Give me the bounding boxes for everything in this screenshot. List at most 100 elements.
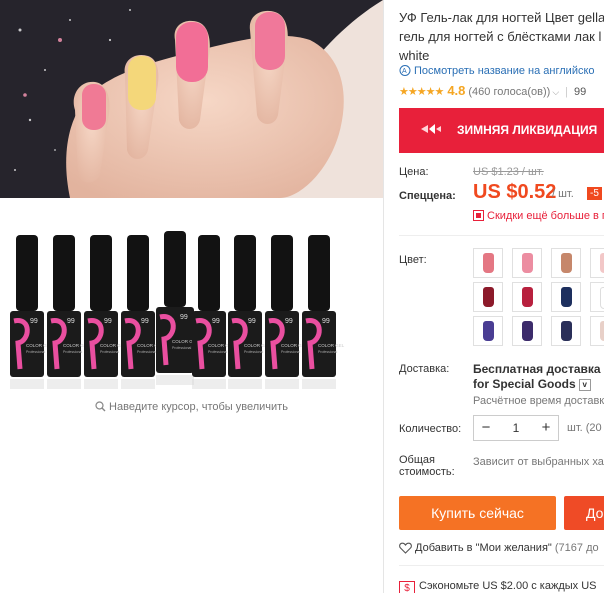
- chevron-down-icon[interactable]: ⌵: [552, 87, 559, 97]
- votes-count[interactable]: (460 голоса(ов)): [468, 86, 550, 98]
- total-label-line2: стоимость:: [399, 466, 455, 478]
- pink-nail: [82, 84, 106, 130]
- buy-now-button[interactable]: Купить сейчас: [399, 496, 556, 530]
- translate-link-text: Посмотреть название на английско: [414, 65, 595, 77]
- yellow-nail: [128, 56, 156, 110]
- shipping-title: Бесплатная доставка в R: [473, 362, 604, 376]
- color-swatch[interactable]: [551, 316, 581, 346]
- bottle-brand: 99: [248, 318, 256, 325]
- bottle-brand: 99: [180, 314, 188, 321]
- add-to-cart-button[interactable]: До: [564, 496, 604, 530]
- product-bottles-image[interactable]: 99 COLOR GEL Professional 99 COLOR GEL Profes…: [0, 215, 383, 390]
- bottle-sublabel: Professional: [137, 350, 156, 354]
- gel-bottle: 99 COLOR GEL Professional: [302, 235, 345, 389]
- bottle-brand: 99: [322, 318, 330, 325]
- color-swatch[interactable]: [473, 282, 503, 312]
- gel-bottle: 99COLOR GELProfessional: [228, 235, 271, 389]
- bottle-sublabel: Professional: [100, 350, 119, 354]
- bottle-sublabel: Professional: [318, 350, 337, 354]
- bottle-brand: 99: [285, 318, 293, 325]
- bottle-brand: 99: [212, 318, 220, 325]
- bottle-sublabel: Professional: [26, 350, 45, 354]
- color-swatch[interactable]: [512, 316, 542, 346]
- color-swatch[interactable]: [512, 248, 542, 278]
- color-swatch[interactable]: [512, 282, 542, 312]
- price-unit: / шт.: [552, 188, 574, 200]
- gel-bottles-illustration: 99COLOR GELProfessional99COLOR GELProfes…: [10, 231, 345, 389]
- color-swatch[interactable]: [473, 316, 503, 346]
- heart-icon: [399, 542, 412, 554]
- shipping-label: Доставка:: [399, 363, 450, 375]
- color-swatch[interactable]: [551, 282, 581, 312]
- coupon-text: Скидки ещё больше в п: [487, 210, 604, 222]
- price-label: Цена:: [399, 166, 429, 178]
- savings-text: Сэкономьте US $2.00 с каждых US: [419, 580, 597, 592]
- current-price: US $0.52: [473, 181, 557, 203]
- bottle-sublabel: Professional: [244, 350, 263, 354]
- product-info-panel: УФ Гель-лак для ногтей Цвет gella гель д…: [384, 0, 604, 593]
- coupon-link[interactable]: Скидки ещё больше в п: [473, 210, 604, 222]
- color-swatch[interactable]: [590, 282, 604, 312]
- shipping-method[interactable]: for Special Goods v: [473, 377, 591, 391]
- product-title: УФ Гель-лак для ногтей Цвет gella гель д…: [399, 8, 604, 65]
- promo-text: ЗИМНЯЯ ЛИКВИДАЦИЯ: [457, 123, 598, 137]
- rating-value: 4.8: [447, 83, 466, 98]
- pink-nail: [255, 12, 285, 70]
- decrease-quantity-button[interactable]: −: [474, 416, 498, 440]
- rating-stars-icon: ★★★★★: [399, 86, 444, 98]
- total-value: Зависит от выбранных хар: [473, 456, 604, 468]
- wishlist-link[interactable]: Добавить в "Мои желания" (7167 до: [399, 542, 599, 554]
- nails-hand-illustration: [0, 0, 383, 198]
- color-swatch[interactable]: [590, 248, 604, 278]
- divider: [399, 565, 604, 566]
- wishlist-count: (7167 до: [554, 542, 599, 554]
- gel-bottle: 99COLOR GELProfessional: [84, 235, 127, 389]
- rating-row: ★★★★★ 4.8 (460 голоса(ов)) ⌵ | 99: [399, 83, 586, 98]
- translate-icon: A: [399, 65, 411, 76]
- zoom-hint: Наведите курсор, чтобы увеличить: [0, 401, 383, 413]
- bottle-brand: 99: [141, 318, 149, 325]
- color-label: Цвет:: [399, 254, 427, 266]
- coupon-icon: [473, 210, 484, 221]
- rating-separator: |: [565, 86, 569, 98]
- savings-coupon[interactable]: $ Сэкономьте US $2.00 с каждых US: [399, 580, 597, 593]
- bottle-sublabel: Professional: [208, 350, 227, 354]
- svg-text:A: A: [402, 68, 407, 75]
- divider: [399, 235, 604, 236]
- increase-quantity-button[interactable]: +: [534, 416, 558, 440]
- chevron-down-icon[interactable]: v: [578, 379, 591, 391]
- quantity-label: Количество:: [399, 423, 462, 435]
- wishlist-text: Добавить в "Мои желания": [415, 542, 552, 554]
- color-swatch[interactable]: [473, 248, 503, 278]
- bottle-label: COLOR GEL: [318, 343, 345, 348]
- snowflake-promo-icon: [421, 124, 441, 134]
- color-swatch[interactable]: [551, 248, 581, 278]
- gel-bottle: 99COLOR GELProfessional: [10, 235, 53, 389]
- bottle-sublabel: Professional: [63, 350, 82, 354]
- promo-banner[interactable]: ЗИМНЯЯ ЛИКВИДАЦИЯ: [399, 108, 604, 153]
- coupon-icon: $: [399, 581, 415, 593]
- bottle-sublabel: Professional: [172, 346, 191, 350]
- product-gallery: 99 COLOR GEL Professional 99 COLOR GEL Profes…: [0, 0, 383, 593]
- discount-badge: -5: [587, 187, 602, 200]
- pink-nail: [176, 22, 208, 82]
- orders-count: 99: [574, 86, 587, 98]
- gel-bottle: 99COLOR GELProfessional: [47, 235, 90, 389]
- zoom-hint-text: Наведите курсор, чтобы увеличить: [109, 401, 288, 413]
- quantity-input[interactable]: 1: [498, 416, 534, 440]
- bottle-brand: 99: [67, 318, 75, 325]
- shipping-method-text: for Special Goods: [473, 377, 576, 391]
- bottle-brand: 99: [104, 318, 112, 325]
- bottle-sublabel: Professional: [281, 350, 300, 354]
- color-swatch[interactable]: [590, 316, 604, 346]
- translate-link[interactable]: A Посмотреть название на английско: [399, 65, 595, 77]
- main-product-image[interactable]: [0, 0, 383, 198]
- title-line: гель для ногтей с блёстками лак l: [399, 29, 602, 44]
- magnifier-icon: [95, 401, 106, 412]
- title-line: white: [399, 48, 430, 63]
- shipping-time: Расчётное время доставки: [473, 395, 604, 407]
- title-line: УФ Гель-лак для ногтей Цвет gella: [399, 10, 604, 25]
- quantity-stepper: − 1 +: [473, 415, 559, 441]
- sale-price-label: Спеццена:: [399, 190, 456, 202]
- original-price: US $1.23 / шт.: [473, 166, 544, 178]
